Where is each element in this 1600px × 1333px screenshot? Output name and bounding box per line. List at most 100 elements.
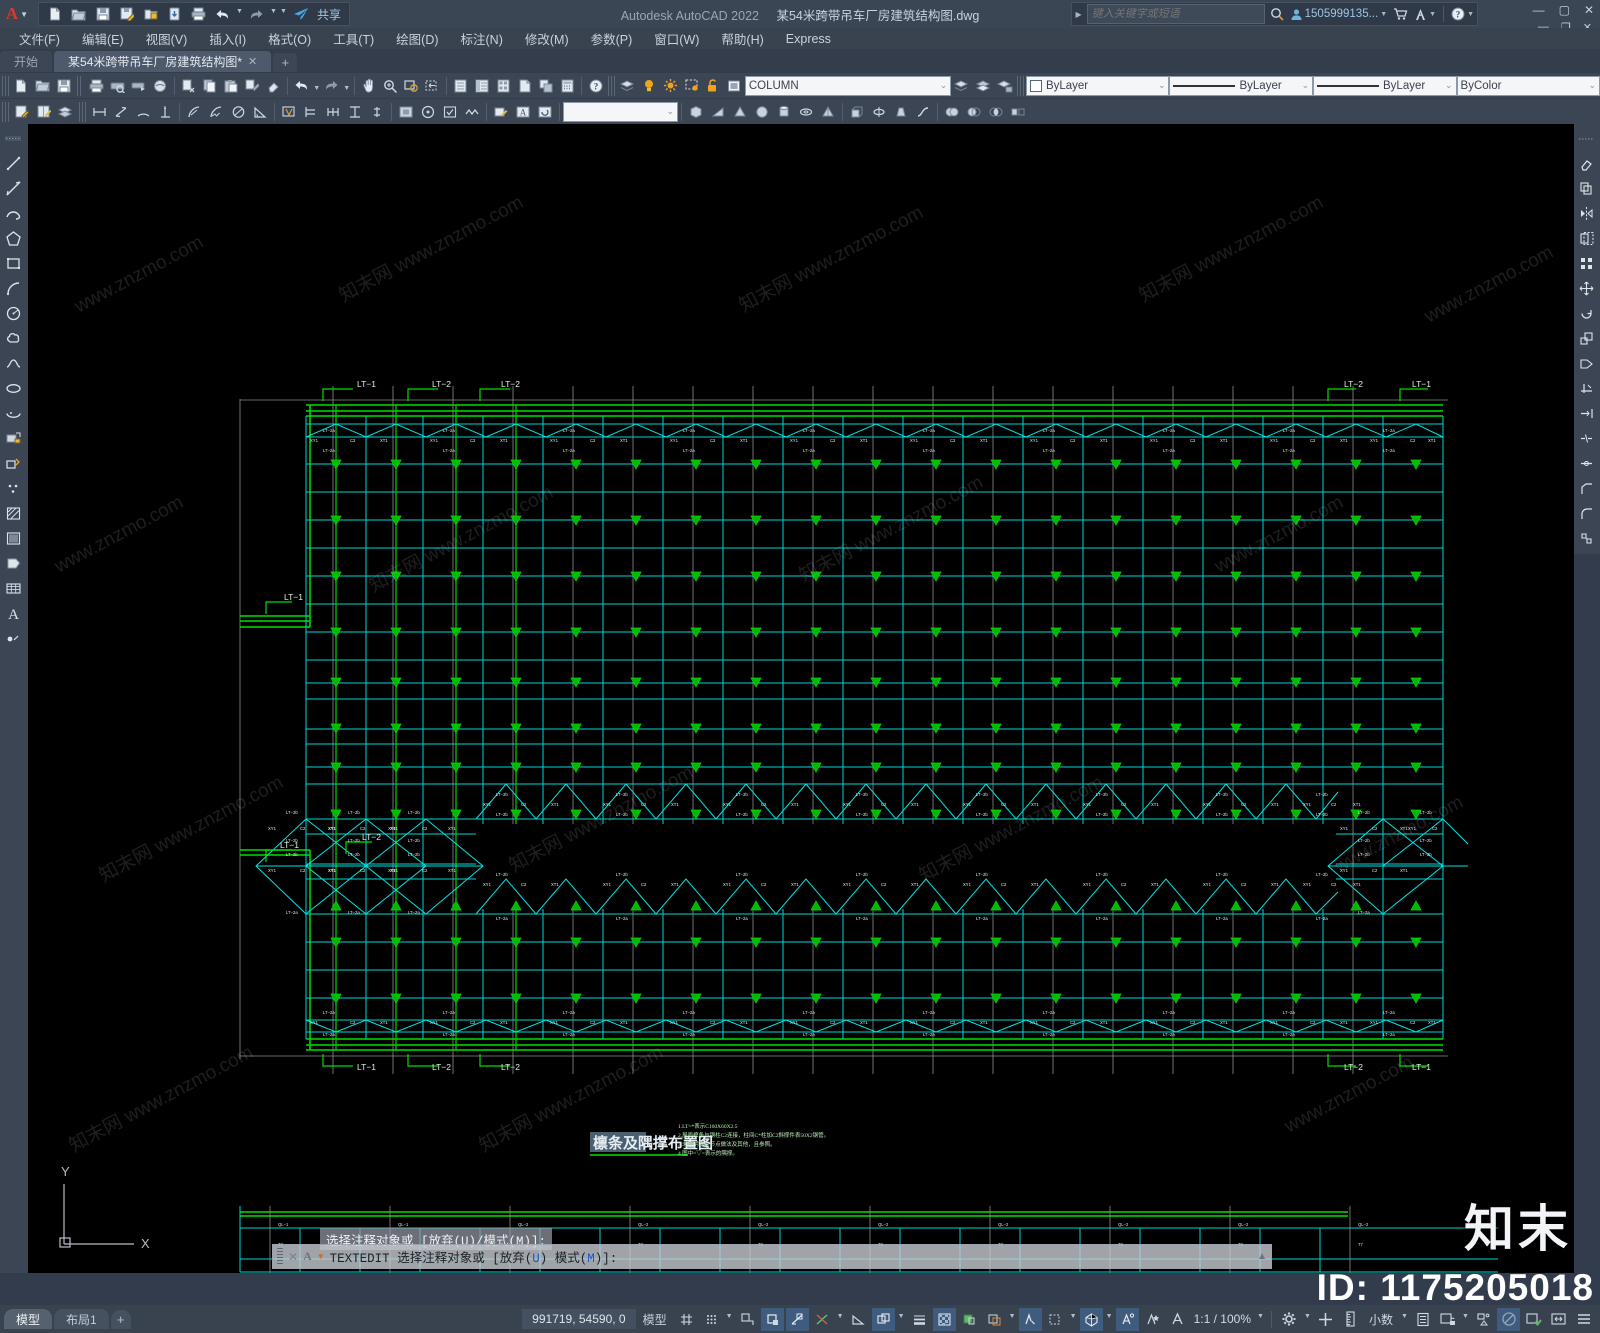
- customization-plus-icon[interactable]: [1314, 1308, 1337, 1331]
- dynamic-ucs-toggle[interactable]: [847, 1308, 870, 1331]
- tab-close-icon[interactable]: ✕: [248, 55, 257, 68]
- redo-icon[interactable]: [245, 3, 268, 25]
- match-properties-icon[interactable]: [242, 75, 263, 96]
- dim-style-icon[interactable]: [344, 101, 366, 122]
- autodesk-app-icon[interactable]: ▼: [1411, 8, 1439, 21]
- chevron-down-icon[interactable]: ⌄: [940, 80, 948, 91]
- copy-icon[interactable]: [199, 75, 220, 96]
- dim-linear-icon[interactable]: [88, 101, 110, 122]
- insert-block-icon[interactable]: [0, 426, 26, 451]
- 3d-align-icon[interactable]: [1007, 101, 1029, 122]
- xref-manager-icon[interactable]: [535, 75, 556, 96]
- polar-tracking-toggle[interactable]: [785, 1307, 809, 1331]
- open-file-icon[interactable]: [67, 3, 90, 25]
- revolve-icon[interactable]: [868, 101, 890, 122]
- paste-icon[interactable]: [220, 75, 241, 96]
- toolbar-grip[interactable]: [0, 126, 26, 151]
- layer-properties-icon[interactable]: [617, 75, 638, 96]
- spline-icon[interactable]: [0, 351, 26, 376]
- drawing-canvas[interactable]: LT−1 LT−2 LT−2 LT−2 LT−1 LT−1 LT−2 LT−2 …: [28, 124, 1574, 1273]
- viewcube-dropdown-icon[interactable]: ▼: [1104, 1313, 1115, 1325]
- toolbar-grip[interactable]: [79, 101, 86, 122]
- hatch-icon[interactable]: [0, 501, 26, 526]
- plot-icon[interactable]: [187, 3, 210, 25]
- chevron-down-icon[interactable]: ⌄: [1158, 80, 1166, 91]
- layer-unlocked-icon[interactable]: [681, 75, 702, 96]
- new-tab-icon[interactable]: +: [273, 53, 298, 72]
- menu-tools[interactable]: 工具(T): [322, 27, 385, 50]
- menu-modify[interactable]: 修改(M): [514, 27, 580, 50]
- hardware-acceleration-icon[interactable]: [1497, 1307, 1520, 1331]
- account-button[interactable]: 1505999135... ▼: [1287, 8, 1390, 21]
- layer-manager-icon[interactable]: [994, 75, 1015, 96]
- arc-icon[interactable]: [0, 276, 26, 301]
- command-line[interactable]: ✕ A ▼ TEXTEDIT 选择注释对象或 [放弃(U) 模式(M)]: ▲: [272, 1244, 1272, 1269]
- color-control[interactable]: ByLayer ⌄: [1025, 75, 1170, 96]
- statusbar-menu-icon[interactable]: [1572, 1308, 1595, 1331]
- solid-cylinder-icon[interactable]: [773, 101, 795, 122]
- toolbar-grip[interactable]: [2, 75, 9, 96]
- space-indicator[interactable]: 模型: [636, 1311, 674, 1328]
- lock-ui-dropdown-icon[interactable]: ▼: [1460, 1313, 1471, 1325]
- erase-icon[interactable]: [1574, 151, 1598, 176]
- rectangle-icon[interactable]: [0, 251, 26, 276]
- dim-radius-icon[interactable]: [183, 101, 205, 122]
- linetype-control[interactable]: ByLayer ⌄: [1169, 75, 1314, 96]
- layer-lock-icon[interactable]: [702, 75, 723, 96]
- redo-dropdown-icon[interactable]: ▼: [342, 75, 351, 96]
- annotation-visibility-icon[interactable]: [1166, 1308, 1189, 1331]
- workspace-gear-icon[interactable]: [1278, 1308, 1301, 1331]
- lock-ui-icon[interactable]: [1436, 1308, 1459, 1331]
- dim-space-icon[interactable]: [366, 101, 388, 122]
- scale-icon[interactable]: [1574, 326, 1598, 351]
- annotation-visibility-toggle[interactable]: [1018, 1307, 1042, 1331]
- command-history-chevron-icon[interactable]: ▼: [317, 1252, 325, 1261]
- offset-icon[interactable]: [1574, 226, 1598, 251]
- redo-icon[interactable]: [321, 75, 342, 96]
- ortho-mode-toggle[interactable]: [736, 1308, 759, 1331]
- lineweight-toggle[interactable]: [908, 1308, 931, 1331]
- loft-icon[interactable]: [890, 101, 912, 122]
- maximize-icon[interactable]: ▢: [1559, 3, 1570, 17]
- menu-insert[interactable]: 插入(I): [198, 27, 257, 50]
- undo-dropdown-icon[interactable]: ▼: [312, 75, 321, 96]
- share-label[interactable]: 共享: [313, 6, 345, 23]
- dim-diameter-icon[interactable]: [227, 101, 249, 122]
- gradient-icon[interactable]: [0, 526, 26, 551]
- plot-icon[interactable]: [85, 75, 106, 96]
- toolbar-grip[interactable]: [1017, 75, 1024, 96]
- zoom-realtime-icon[interactable]: [379, 75, 400, 96]
- layout-tab-model[interactable]: 模型: [4, 1309, 53, 1329]
- search-button[interactable]: [1267, 7, 1287, 21]
- help-icon[interactable]: ?: [585, 75, 606, 96]
- add-selected-icon[interactable]: [0, 626, 26, 651]
- toolbar-grip[interactable]: [1574, 126, 1598, 151]
- explode-icon[interactable]: [1574, 526, 1598, 551]
- dim-continue-icon[interactable]: [322, 101, 344, 122]
- save-icon[interactable]: [53, 75, 74, 96]
- command-close-icon[interactable]: ✕: [288, 1250, 298, 1264]
- edit-attribute-icon[interactable]: [33, 101, 55, 122]
- tab-drawing[interactable]: 某54米跨带吊车厂房建筑结构图* ✕: [54, 51, 272, 72]
- sheet-set-icon[interactable]: [514, 75, 535, 96]
- menu-window[interactable]: 窗口(W): [643, 27, 710, 50]
- circle-icon[interactable]: [0, 301, 26, 326]
- join-icon[interactable]: [1574, 451, 1598, 476]
- new-file-icon[interactable]: [43, 3, 66, 25]
- qat-customize-icon[interactable]: ▼: [279, 8, 288, 21]
- command-line-scroll-icon[interactable]: ▲: [1257, 1251, 1267, 1262]
- erase-icon[interactable]: [263, 75, 284, 96]
- point-icon[interactable]: [417, 101, 439, 122]
- isolate-objects-toggle[interactable]: [1472, 1308, 1495, 1331]
- layer-control[interactable]: COLUMN ⌄: [744, 75, 952, 96]
- region-tool-icon[interactable]: [0, 551, 26, 576]
- account-chevron-icon[interactable]: ▼: [1380, 11, 1387, 18]
- menu-parametric[interactable]: 参数(P): [580, 27, 644, 50]
- dim-arc-icon[interactable]: [132, 101, 154, 122]
- ellipse-icon[interactable]: [0, 376, 26, 401]
- block-insert-icon[interactable]: [395, 101, 417, 122]
- layer-previous-icon[interactable]: [951, 75, 972, 96]
- isolate-dropdown-icon[interactable]: ▼: [1068, 1313, 1079, 1325]
- workspace-dropdown-icon[interactable]: ▼: [1302, 1313, 1313, 1325]
- tool-palettes-icon[interactable]: [493, 75, 514, 96]
